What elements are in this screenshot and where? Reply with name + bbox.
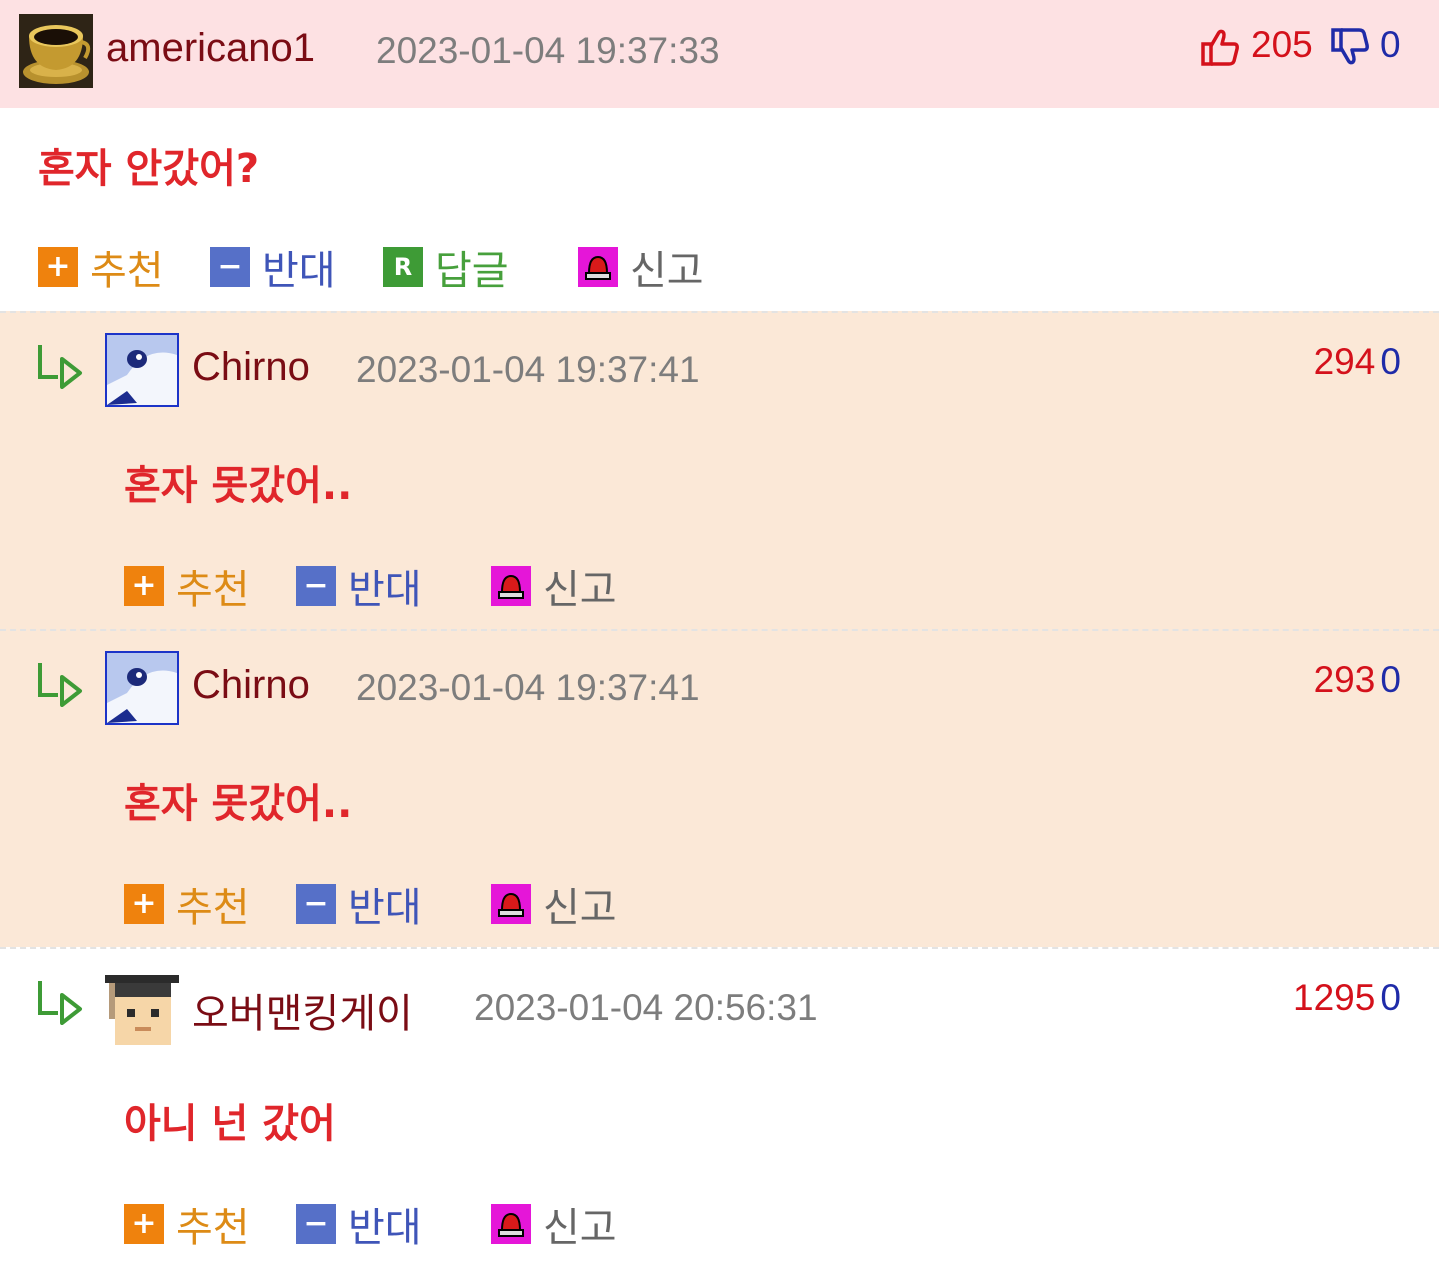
report-label: 신고 bbox=[630, 248, 704, 294]
reply-label: 답글 bbox=[435, 248, 509, 294]
coffee-cup-icon bbox=[19, 14, 93, 88]
down-count: 0 bbox=[1380, 977, 1401, 1018]
coffee-cup-avatar[interactable] bbox=[19, 14, 93, 88]
down-count: 0 bbox=[1380, 24, 1401, 65]
siren-icon bbox=[491, 566, 531, 606]
up-count: 294 bbox=[1313, 341, 1376, 382]
comment-nickname[interactable]: americano1 bbox=[106, 26, 315, 71]
anime-girl-avatar[interactable] bbox=[105, 333, 179, 407]
anime-face-icon bbox=[107, 335, 177, 405]
report-button[interactable]: 신고 bbox=[491, 1195, 617, 1253]
down-count: 0 bbox=[1380, 341, 1401, 382]
siren-icon bbox=[578, 247, 618, 287]
report-label: 신고 bbox=[543, 567, 617, 613]
reply-nickname[interactable]: Chirno bbox=[192, 663, 310, 708]
reply-arrow-icon bbox=[38, 981, 82, 1025]
recommend-label: 추천 bbox=[90, 248, 164, 294]
graduate-pixel-avatar[interactable] bbox=[105, 971, 179, 1045]
reply-nickname[interactable]: Chirno bbox=[192, 345, 310, 390]
recommend-button[interactable]: + 추천 bbox=[124, 875, 250, 933]
reply-message: 아니 넌 갔어 bbox=[124, 1101, 336, 1147]
plus-icon: + bbox=[124, 884, 164, 924]
siren-icon bbox=[491, 884, 531, 924]
oppose-button[interactable]: − 반대 bbox=[296, 875, 422, 933]
up-count: 1295 bbox=[1293, 977, 1376, 1018]
reply-item: Chirno 2023-01-04 19:37:41 294 0 혼자 못갔어.… bbox=[0, 311, 1439, 631]
thumbs-down-icon[interactable] bbox=[1330, 26, 1372, 68]
oppose-label: 반대 bbox=[348, 1205, 422, 1251]
recommend-button[interactable]: + 추천 bbox=[124, 557, 250, 615]
recommend-button[interactable]: + 추천 bbox=[124, 1195, 250, 1253]
reply-message: 혼자 못갔어.. bbox=[124, 781, 353, 827]
reply-message: 혼자 못갔어.. bbox=[124, 463, 353, 509]
vote-counts: 1295 0 bbox=[1293, 977, 1401, 1019]
report-button[interactable]: 신고 bbox=[578, 238, 704, 296]
vote-counts: 293 0 bbox=[1314, 659, 1401, 701]
reply-button[interactable]: R 답글 bbox=[383, 238, 509, 296]
siren-icon bbox=[491, 1204, 531, 1244]
down-count: 0 bbox=[1380, 659, 1401, 700]
anime-face-icon bbox=[107, 653, 177, 723]
reply-icon: R bbox=[383, 247, 423, 287]
recommend-label: 추천 bbox=[176, 1205, 250, 1251]
oppose-label: 반대 bbox=[348, 567, 422, 613]
reply-arrow-icon bbox=[38, 663, 82, 707]
comment-message: 혼자 안갔어? bbox=[38, 146, 260, 192]
reply-arrow-icon bbox=[38, 345, 82, 389]
recommend-label: 추천 bbox=[176, 885, 250, 931]
oppose-button[interactable]: − 반대 bbox=[296, 1195, 422, 1253]
recommend-label: 추천 bbox=[176, 567, 250, 613]
comment-date: 2023-01-04 19:37:33 bbox=[376, 30, 720, 71]
plus-icon: + bbox=[124, 1204, 164, 1244]
recommend-button[interactable]: + 추천 bbox=[38, 238, 164, 296]
minus-icon: − bbox=[296, 1204, 336, 1244]
anime-girl-avatar[interactable] bbox=[105, 651, 179, 725]
thumbs-up-icon[interactable] bbox=[1200, 26, 1242, 68]
up-count: 205 bbox=[1251, 24, 1313, 65]
comment-body: 혼자 안갔어? + 추천 − 반대 R 답글 신고 bbox=[0, 108, 1439, 311]
reply-date: 2023-01-04 19:37:41 bbox=[356, 667, 700, 708]
graduate-face-icon bbox=[105, 975, 179, 1045]
report-label: 신고 bbox=[543, 885, 617, 931]
oppose-label: 반대 bbox=[262, 248, 336, 294]
minus-icon: − bbox=[296, 884, 336, 924]
oppose-button[interactable]: − 반대 bbox=[296, 557, 422, 615]
reply-item: Chirno 2023-01-04 19:37:41 293 0 혼자 못갔어.… bbox=[0, 629, 1439, 949]
plus-icon: + bbox=[124, 566, 164, 606]
reply-nickname[interactable]: 오버맨킹게이 bbox=[192, 981, 413, 1039]
minus-icon: − bbox=[296, 566, 336, 606]
oppose-button[interactable]: − 반대 bbox=[210, 238, 336, 296]
plus-icon: + bbox=[38, 247, 78, 287]
report-button[interactable]: 신고 bbox=[491, 557, 617, 615]
reply-date: 2023-01-04 19:37:41 bbox=[356, 349, 700, 390]
vote-counts: 294 0 bbox=[1314, 341, 1401, 383]
up-count: 293 bbox=[1313, 659, 1376, 700]
minus-icon: − bbox=[210, 247, 250, 287]
reply-date: 2023-01-04 20:56:31 bbox=[474, 987, 818, 1028]
report-button[interactable]: 신고 bbox=[491, 875, 617, 933]
reply-item: 오버맨킹게이 2023-01-04 20:56:31 1295 0 아니 넌 갔… bbox=[0, 947, 1439, 1267]
report-label: 신고 bbox=[543, 1205, 617, 1251]
oppose-label: 반대 bbox=[348, 885, 422, 931]
comment-header: americano1 2023-01-04 19:37:33 205 0 bbox=[0, 0, 1439, 108]
